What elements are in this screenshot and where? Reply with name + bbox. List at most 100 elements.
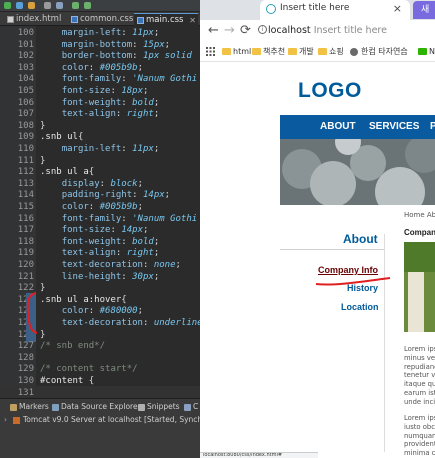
code-token: font-family: [61, 213, 122, 224]
code-token: bold: [132, 236, 154, 247]
code-token: {: [121, 294, 127, 305]
bookmark-folder-dev[interactable]: 개발: [288, 47, 314, 57]
code-editor[interactable]: 100 margin-left: 11px; 101 margin-bottom:…: [0, 26, 200, 401]
bookmark-folder-books[interactable]: 책추천: [252, 47, 285, 57]
expand-chevron-icon[interactable]: ›: [4, 415, 7, 424]
new-icon[interactable]: [44, 2, 51, 9]
bookmark-typing-practice[interactable]: 한컴 타자연습: [350, 47, 408, 57]
global-nav: ABOUT SERVICES P: [280, 115, 435, 139]
code-token: :: [88, 306, 100, 317]
snb-link-location[interactable]: Location: [341, 302, 379, 312]
gnb-item-partial[interactable]: P: [430, 121, 435, 132]
code-token: ;: [137, 178, 143, 189]
external-tools-icon[interactable]: [28, 2, 35, 9]
code-token: 14px: [121, 225, 143, 236]
web-page: LOGO ABOUT SERVICES P About Company Info…: [200, 62, 435, 457]
search-icon[interactable]: [56, 2, 63, 9]
tab-label: main.css: [146, 15, 184, 25]
snb-link-company-info[interactable]: Company Info: [318, 265, 378, 275]
tab-console[interactable]: C: [184, 402, 198, 412]
site-info-icon[interactable]: i: [258, 25, 267, 34]
code-token: none: [153, 260, 176, 270]
code-token: ;: [137, 62, 143, 73]
code-token: .snb ul: [40, 132, 78, 143]
tab-label: index.html: [16, 14, 62, 24]
code-token: text-decoration: [61, 318, 143, 328]
tab-markers[interactable]: Markers: [10, 402, 49, 412]
bookmark-naver[interactable]: N: [418, 47, 435, 57]
code-token: :: [142, 260, 154, 270]
tab-label: common.css: [80, 14, 134, 24]
tab-common-css[interactable]: common.css: [68, 13, 134, 26]
code-token: #005b9b: [99, 202, 138, 212]
code-token: underline: [153, 318, 200, 328]
server-list-item[interactable]: › Tomcat v9.0 Server at localhost [Starte…: [4, 415, 200, 425]
browser-tab-active[interactable]: Insert title here ×: [260, 0, 410, 20]
content-image: [404, 242, 435, 332]
code-token: #680000: [99, 306, 138, 317]
tab-data-source-explorer[interactable]: Data Source Explorer: [52, 402, 141, 412]
code-token: margin-left: [61, 144, 122, 154]
tomcat-server-icon: [13, 416, 20, 424]
image-trunk: [408, 272, 424, 332]
address-bar[interactable]: localhost Insert title here: [268, 25, 387, 36]
code-token: 'Nanum Gothi: [132, 213, 198, 224]
close-icon[interactable]: ×: [393, 2, 402, 15]
code-token: :: [121, 74, 133, 85]
reload-icon[interactable]: ⟳: [240, 24, 251, 38]
run-icon[interactable]: [4, 2, 11, 9]
back-arrow-icon[interactable]: ←: [208, 24, 219, 38]
bookmarks-bar: html 책추천 개발 쇼핑 한컴 타자연습 N: [200, 44, 435, 62]
code-token: :: [121, 28, 133, 38]
hero-rock: [375, 167, 425, 205]
eclipse-ide-window: index.html common.css main.css ✕ 100 mar…: [0, 0, 200, 458]
code-token: ;: [143, 225, 149, 236]
code-token: :: [110, 86, 122, 96]
code-token: 'Nanum Gothi: [132, 74, 198, 85]
site-logo[interactable]: LOGO: [298, 79, 362, 103]
bookmark-folder-shopping[interactable]: 쇼핑: [318, 47, 344, 57]
debug-icon[interactable]: [16, 2, 23, 9]
tab-index-html[interactable]: index.html: [4, 13, 62, 26]
gnb-item-about[interactable]: ABOUT: [320, 121, 356, 132]
code-token: bold: [132, 97, 154, 108]
code-token: ;: [137, 202, 143, 212]
browser-tab-new[interactable]: 새: [413, 1, 435, 19]
code-token: text-align: [61, 248, 116, 259]
apps-grid-icon[interactable]: [206, 47, 215, 56]
code-token: font-weight: [61, 97, 122, 108]
html-file-icon: [7, 16, 14, 23]
code-token: text-decoration: [61, 260, 143, 270]
ide-toolbar: [0, 0, 200, 12]
code-token: font-weight: [61, 236, 122, 247]
data-source-icon: [52, 404, 59, 411]
folder-icon: [222, 48, 231, 55]
code-token: margin-left: [61, 28, 122, 38]
back-icon[interactable]: [72, 2, 79, 9]
code-token: text-align: [61, 109, 116, 120]
browser-toolbar: ← → ⟳ i localhost Insert title here: [200, 20, 435, 44]
code-token: :: [115, 248, 127, 259]
bookmark-folder-html[interactable]: html: [222, 47, 251, 57]
code-token: {: [88, 167, 95, 178]
tab-main-css[interactable]: main.css ✕: [134, 13, 198, 26]
forward-arrow-icon[interactable]: →: [224, 24, 235, 38]
content-paragraph-2: Lorem ips iusto obc numquam provident mi…: [404, 414, 435, 458]
tab-snippets[interactable]: Snippets: [138, 402, 180, 412]
code-token: margin-bottom: [61, 39, 133, 50]
gnb-item-services[interactable]: SERVICES: [369, 121, 419, 132]
code-token: #content: [40, 376, 84, 386]
forward-icon[interactable]: [84, 2, 91, 9]
red-annotation-underline: [315, 277, 391, 286]
code-token: ;: [153, 144, 160, 154]
code-token: ;: [153, 109, 160, 120]
